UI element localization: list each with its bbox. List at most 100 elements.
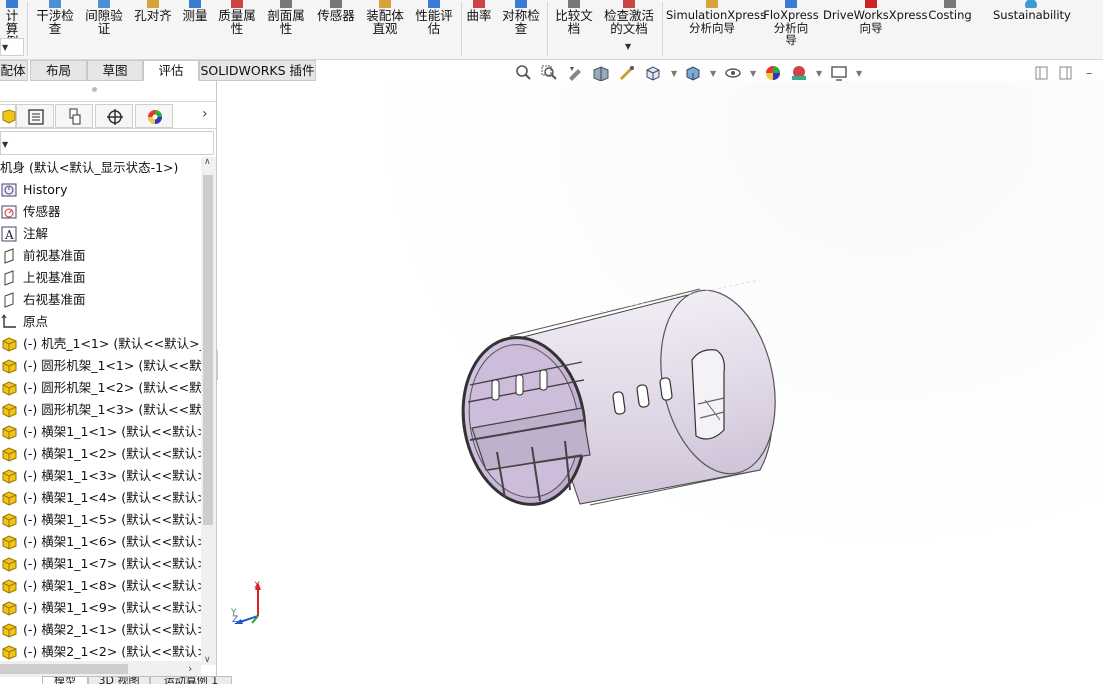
sensor-icon (313, 0, 359, 8)
display-style-icon[interactable] (684, 64, 702, 82)
clearance-verification-button[interactable]: 间隙验 证 (81, 0, 127, 35)
dynamic-annotation-icon[interactable] (618, 64, 636, 82)
tree-item-origin[interactable]: 原点 (0, 311, 202, 333)
tab-3d-views[interactable]: 3D 视图 (88, 676, 150, 684)
assembly-visualization-button[interactable]: 装配体 直观 (362, 0, 408, 35)
tree-item-component[interactable]: (-) 横架1_1<3> (默认<<默认>_显 (0, 465, 202, 487)
tab-layout[interactable]: 布局 (30, 60, 87, 81)
graphics-area[interactable] (218, 81, 1103, 680)
compare-icon (551, 0, 597, 8)
tab-assembly[interactable]: 配体 (0, 60, 28, 81)
hide-show-items-icon[interactable] (724, 64, 742, 82)
hole-alignment-button[interactable]: 孔对齐 (130, 0, 176, 22)
tree-item-component[interactable]: (-) 横架1_1<7> (默认<<默认>_显 (0, 553, 202, 575)
floxpress-button[interactable]: FloXpress 分析向 导 (763, 0, 819, 47)
scroll-right-icon[interactable]: › (188, 662, 192, 675)
part-icon (2, 645, 17, 660)
mass-properties-button[interactable]: 质量属 性 (214, 0, 260, 35)
tree-item-component[interactable]: (-) 圆形机架_1<3> (默认<<默认 (0, 399, 202, 421)
scrollbar-thumb[interactable] (203, 175, 213, 525)
tab-display-manager[interactable] (135, 104, 173, 128)
bottom-view-tabs: 模型 3D 视图 运动算例 1 (0, 676, 240, 684)
tree-item-history[interactable]: History (0, 179, 202, 201)
sensor-button[interactable]: 传感器 (313, 0, 359, 22)
driveworksxpress-button[interactable]: DriveWorksXpress 向导 (823, 0, 927, 34)
part-icon (2, 513, 17, 528)
scroll-down-icon[interactable]: ∨ (204, 655, 211, 665)
view-settings-icon[interactable] (830, 64, 848, 82)
chevron-down-icon[interactable]: ▼ (710, 69, 716, 78)
symmetry-check-button[interactable]: 对称检 查 (498, 0, 544, 35)
tab-sketch[interactable]: 草图 (87, 60, 143, 81)
tree-item-front-plane[interactable]: 前视基准面 (0, 245, 202, 267)
minimize-icon[interactable]: – (1086, 66, 1092, 80)
apply-scene-icon[interactable] (790, 64, 808, 82)
zoom-to-area-icon[interactable] (540, 64, 558, 82)
tab-motion-study[interactable]: 运动算例 1 (150, 676, 232, 684)
curvature-button[interactable]: 曲率 (464, 0, 494, 22)
tab-configuration-manager[interactable] (55, 104, 93, 128)
zoom-to-fit-icon[interactable] (514, 64, 532, 82)
section-view-icon[interactable] (592, 64, 610, 82)
performance-evaluation-button[interactable]: 性能评 估 (411, 0, 457, 35)
tab-evaluate[interactable]: 评估 (143, 60, 199, 81)
scrollbar-thumb[interactable] (0, 664, 128, 674)
tab-property-manager[interactable] (16, 104, 54, 128)
section-properties-button[interactable]: 剖面属 性 (263, 0, 309, 35)
tree-item-component[interactable]: (-) 横架1_1<2> (默认<<默认>_显 (0, 443, 202, 465)
part-icon (2, 403, 17, 418)
tree-item-component[interactable]: (-) 横架1_1<5> (默认<<默认>_显 (0, 509, 202, 531)
chevron-down-icon[interactable]: ▼ (750, 69, 756, 78)
tree-item-component[interactable]: (-) 横架1_1<8> (默认<<默认>_显 (0, 575, 202, 597)
chevron-down-icon[interactable]: ▼ (671, 69, 677, 78)
plane-icon (4, 248, 14, 264)
view-orientation-icon[interactable] (644, 64, 662, 82)
tree-filter-dropdown[interactable]: ▼ (0, 131, 214, 155)
panel-collapse-icon[interactable] (1033, 64, 1051, 82)
tree-item-component[interactable]: (-) 横架2_1<2> (默认<<默认>_显 (0, 641, 202, 663)
simulationxpress-button[interactable]: SimulationXpress 分析向导 (666, 0, 766, 34)
interference-icon (32, 0, 78, 8)
fuselage-model[interactable] (218, 81, 1103, 680)
chevron-down-icon[interactable]: ▼ (856, 69, 862, 78)
tab-dimxpert-manager[interactable] (95, 104, 133, 128)
panel-expand-icon[interactable] (1057, 64, 1075, 82)
tree-item-component[interactable]: (-) 圆形机架_1<2> (默认<<默认 (0, 377, 202, 399)
hole-alignment-icon (130, 0, 176, 8)
part-icon (2, 425, 17, 440)
tree-item-component[interactable]: (-) 机壳_1<1> (默认<<默认>_显 (0, 333, 202, 355)
costing-button[interactable]: Costing (924, 0, 976, 22)
tree-item-component[interactable]: (-) 横架1_1<4> (默认<<默认>_显 (0, 487, 202, 509)
sustainability-button[interactable]: Sustainability (993, 0, 1071, 22)
crosshair-icon (107, 109, 123, 125)
compare-documents-button[interactable]: 比较文 档 (551, 0, 597, 35)
configuration-dropdown[interactable]: ▼ (0, 38, 24, 56)
chevron-down-icon[interactable]: ▼ (816, 69, 822, 78)
tree-root-assembly[interactable]: 机身 (默认<默认_显示状态-1>) (0, 157, 202, 179)
tree-item-component[interactable]: (-) 横架1_1<6> (默认<<默认>_显 (0, 531, 202, 553)
chevron-down-icon[interactable]: ▼ (625, 42, 631, 51)
interference-check-button[interactable]: 干涉检 查 (32, 0, 78, 35)
tree-item-component[interactable]: (-) 横架2_1<1> (默认<<默认>_显 (0, 619, 202, 641)
scroll-up-icon[interactable]: ∧ (204, 157, 211, 167)
tab-feature-manager[interactable] (0, 104, 16, 128)
tree-item-component[interactable]: (-) 圆形机架_1<1> (默认<<默认 (0, 355, 202, 377)
edit-appearance-icon[interactable] (764, 64, 782, 82)
tree-item-right-plane[interactable]: 右视基准面 (0, 289, 202, 311)
part-icon (2, 359, 17, 374)
panel-grip[interactable] (92, 87, 97, 92)
tab-model[interactable]: 模型 (42, 676, 88, 684)
part-icon (2, 557, 17, 572)
tree-item-component[interactable]: (-) 横架1_1<9> (默认<<默认>_显 (0, 597, 202, 619)
check-active-document-button[interactable]: 检查激活 的文档 (600, 0, 658, 35)
tree-horizontal-scrollbar[interactable]: › (0, 661, 201, 677)
measure-button[interactable]: 测量 (178, 0, 212, 22)
symmetry-icon (498, 0, 544, 8)
tree-vertical-scrollbar[interactable]: ∧ ∨ (201, 157, 216, 665)
tree-item-annotations[interactable]: A 注解 (0, 223, 202, 245)
tree-item-sensors[interactable]: 传感器 (0, 201, 202, 223)
tree-item-top-plane[interactable]: 上视基准面 (0, 267, 202, 289)
previous-view-icon[interactable] (566, 64, 584, 82)
tree-item-component[interactable]: (-) 横架1_1<1> (默认<<默认>_显 (0, 421, 202, 443)
chevron-right-icon[interactable]: › (202, 106, 208, 122)
